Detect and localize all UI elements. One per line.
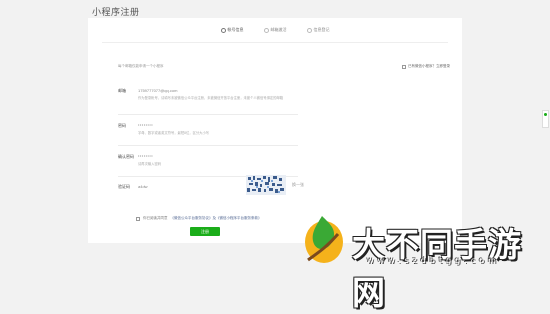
agreement-checkbox[interactable] <box>136 216 140 221</box>
register-button[interactable]: 注册 <box>190 227 220 236</box>
step-dot-icon <box>263 27 269 33</box>
password-hint: 字母、数字或者英文符号，最短8位，区分大小写 <box>138 131 210 135</box>
divider <box>118 114 298 115</box>
step-label: 信息登记 <box>313 27 330 32</box>
password-field[interactable]: •••••••• <box>138 122 318 128</box>
confirm-password-hint: 请再次输入密码 <box>138 162 162 166</box>
step-dot-icon <box>220 27 226 33</box>
email-label: 邮箱 <box>118 88 126 93</box>
email-hint: 作为登录帐号，请填写未被微信公众平台注册，未被微信开放平台注册，未被个人微信号绑… <box>138 96 284 100</box>
captcha-image[interactable] <box>246 175 286 195</box>
step-label: 帐号信息 <box>227 27 244 32</box>
captcha-refresh-link[interactable]: 换一张 <box>292 182 304 188</box>
status-dot-icon <box>544 113 547 116</box>
feedback-side-tab[interactable] <box>542 110 549 128</box>
email-field[interactable] <box>138 87 318 93</box>
agreement: 你已阅读并同意 《微信公众平台服务协议》及《微信小程序平台服务条款》 <box>136 216 262 221</box>
step-account-info: 帐号信息 <box>220 27 244 33</box>
step-indicator: 帐号信息 邮箱激活 信息登记 <box>88 27 462 33</box>
step-email-activate: 邮箱激活 <box>263 27 287 33</box>
step-label: 邮箱激活 <box>270 27 287 32</box>
watermark-url: www.szdbtgg.com <box>367 256 500 265</box>
watermark-text: 大不同手游网 <box>352 225 522 312</box>
login-link-label[interactable]: 已有微信小程序？立即登录 <box>408 64 450 69</box>
confirm-password-field[interactable]: •••••••• <box>138 153 318 159</box>
password-label: 密码 <box>118 123 126 128</box>
confirm-password-label: 确认密码 <box>118 154 134 159</box>
form-intro: 每个邮箱仅能申请一个小程序 <box>118 64 164 68</box>
step-dot-icon <box>306 27 312 33</box>
agreement-text: 你已阅读并同意 <box>143 216 168 220</box>
step-info-register: 信息登记 <box>306 27 330 33</box>
page-title: 小程序注册 <box>92 7 140 17</box>
login-link[interactable]: 已有微信小程序？立即登录 <box>402 64 450 69</box>
captcha-label: 验证码 <box>118 184 130 189</box>
agreement-link[interactable]: 《微信公众平台服务协议》及《微信小程序平台服务条款》 <box>171 216 262 221</box>
divider <box>102 42 448 43</box>
divider <box>118 145 298 146</box>
miniprogram-icon <box>402 64 406 69</box>
captcha-field[interactable] <box>138 183 198 189</box>
